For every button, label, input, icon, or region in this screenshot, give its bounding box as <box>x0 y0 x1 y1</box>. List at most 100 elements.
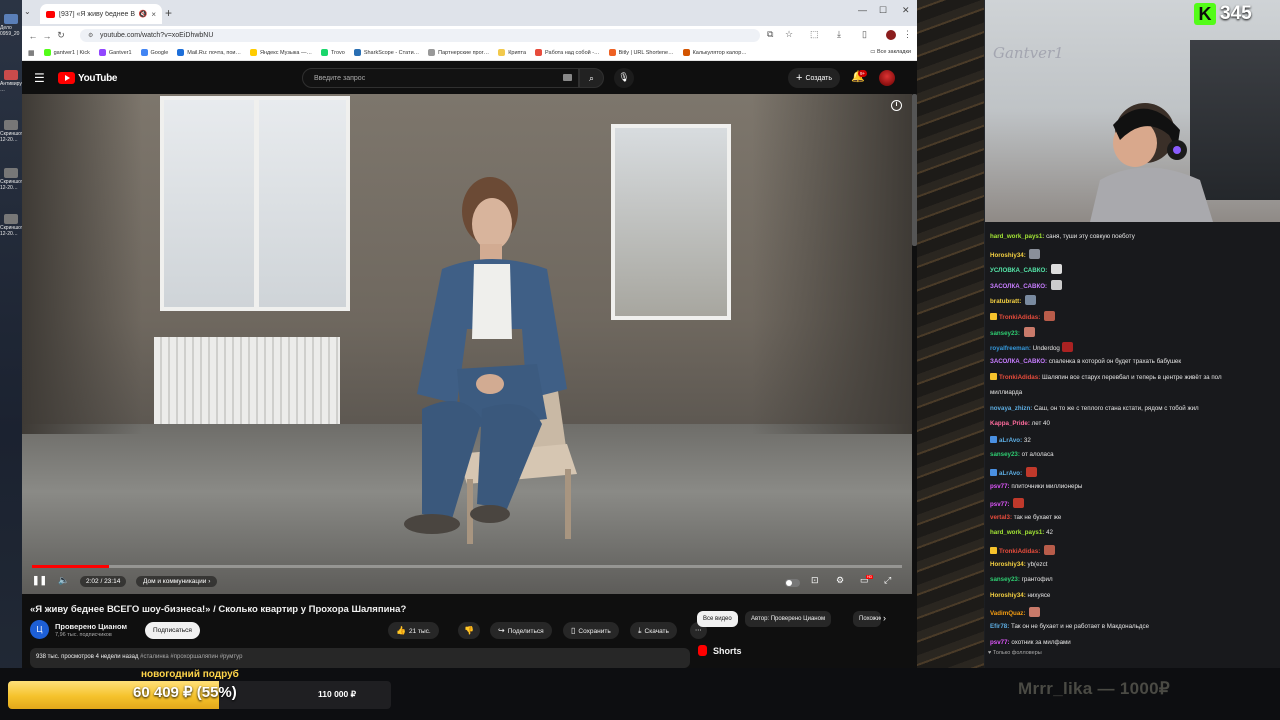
all-bookmarks-link[interactable]: ▭ Все закладки <box>866 49 911 55</box>
chat-username[interactable]: ЗАСОЛКА_САВКО: <box>990 283 1049 290</box>
subtitles-icon[interactable]: ⊡ <box>811 575 819 586</box>
chat-username[interactable]: sansey23: <box>990 330 1022 337</box>
reload-icon[interactable]: ↻ <box>54 30 68 41</box>
tab-search-icon[interactable]: ⌄ <box>24 7 31 16</box>
menu-icon[interactable]: ⋮ <box>903 29 912 40</box>
create-button[interactable]: + Создать <box>788 68 841 88</box>
bookmark-item[interactable]: Trovo <box>320 49 345 56</box>
chat-username[interactable]: psv77: <box>990 639 1011 646</box>
bookmark-favicon-icon <box>98 49 106 56</box>
bookmark-item[interactable]: Mail.Ru: почта, пои… <box>177 49 241 56</box>
install-icon[interactable]: ⧉ <box>767 29 773 40</box>
download-button[interactable]: ⤓ Скачать <box>630 622 677 639</box>
search-input[interactable]: Введите запрос <box>302 68 579 88</box>
chat-username[interactable]: royalfreeman: <box>990 345 1033 352</box>
chat-username[interactable]: УСЛОВКА_САВКО: <box>990 267 1049 274</box>
forward-icon[interactable]: → <box>40 31 54 41</box>
chip-author[interactable]: Автор: Проверено Цианом <box>745 611 832 627</box>
chevron-right-icon[interactable]: › <box>883 613 886 623</box>
chat-username[interactable]: TronkiAdidas: <box>999 374 1042 381</box>
extensions-icon[interactable]: ⬚ <box>810 29 819 40</box>
chat-username[interactable]: ЗАСОЛКА_САВКО: <box>990 358 1049 365</box>
bookmark-star-icon[interactable]: ☆ <box>785 29 793 40</box>
back-icon[interactable]: ← <box>26 31 40 41</box>
close-window-icon[interactable]: ✕ <box>902 5 910 16</box>
bookmark-item[interactable]: Крипта <box>498 49 526 56</box>
bookmark-item[interactable]: Партнерские прог… <box>428 49 489 56</box>
desktop-item[interactable]: Антивирус … <box>0 70 24 93</box>
chat-username[interactable]: psv77: <box>990 501 1011 508</box>
save-button[interactable]: ▯ Сохранить <box>563 622 619 639</box>
url-field[interactable]: ⚙ youtube.com/watch?v=xoEiDhwbNU <box>80 29 760 42</box>
chat-username[interactable]: Efir78: <box>990 623 1011 630</box>
bookmark-item[interactable]: Яндекс Музыка —… <box>249 49 312 56</box>
sidebar-icon[interactable]: ▯ <box>862 29 867 40</box>
like-button[interactable]: 👍 21 тыс. <box>388 622 439 639</box>
pause-icon[interactable]: ❚❚ <box>32 575 47 586</box>
profile-avatar[interactable] <box>886 30 896 40</box>
chat-username[interactable]: sansey23: <box>990 451 1022 458</box>
bookmark-item[interactable]: Bitly | URL Shortene… <box>608 49 674 56</box>
chat-username[interactable]: Horoshiy34: <box>990 252 1027 259</box>
chat-username[interactable]: psv77: <box>990 483 1011 490</box>
chat-username[interactable]: Horoshiy34: <box>990 592 1027 599</box>
chat-username[interactable]: hard_work_pays1: <box>990 233 1046 240</box>
miniplayer-icon[interactable]: ▭ <box>860 575 869 586</box>
chat-username[interactable]: bratubratt: <box>990 298 1023 305</box>
progress-bar[interactable] <box>32 565 902 568</box>
share-button[interactable]: ↪ Поделиться <box>490 622 552 639</box>
subscribe-button[interactable]: Подписаться <box>145 622 200 639</box>
channel-avatar[interactable]: Ц <box>30 620 49 639</box>
downloads-icon[interactable]: ⤓ <box>837 29 841 40</box>
chip-all-videos[interactable]: Все видео <box>697 611 738 627</box>
desktop-item[interactable]: Дело 0959_20 <box>0 14 22 37</box>
bookmark-item[interactable]: Калькулятор калор… <box>682 49 747 56</box>
minimize-icon[interactable]: — <box>858 5 867 15</box>
chat-username[interactable]: VadimQuaz: <box>990 610 1027 617</box>
autoplay-toggle[interactable] <box>785 579 800 587</box>
chapter-button[interactable]: Дом и коммуникации › <box>136 576 218 587</box>
settings-gear-icon[interactable]: ⚙ <box>836 575 844 586</box>
apps-icon[interactable]: ▦ <box>28 49 35 57</box>
bookmark-item[interactable]: Google <box>140 49 168 56</box>
bookmark-item[interactable]: gantver1 | Kick <box>43 49 90 56</box>
desktop-item[interactable]: Скриншот 12-20… <box>0 214 23 237</box>
keyboard-icon[interactable] <box>563 74 572 81</box>
account-avatar[interactable] <box>879 70 895 86</box>
chat-username[interactable]: Kappa_Pride: <box>990 420 1032 427</box>
youtube-logo[interactable]: YouTube <box>58 72 118 84</box>
info-icon[interactable]: i <box>891 100 902 111</box>
voice-search-button[interactable]: 🎙 <box>614 68 634 88</box>
chat-username[interactable]: Horoshiy34: <box>990 561 1027 568</box>
bookmark-item[interactable]: SharkScope - Стати… <box>353 49 419 56</box>
dislike-button[interactable]: 👎 <box>458 622 480 639</box>
description-tags[interactable]: #сталинка #прохоршаляпин #румтур <box>140 654 242 660</box>
description-box[interactable]: 938 тыс. просмотров 4 недели назад #стал… <box>30 648 690 668</box>
chat-username[interactable]: hard_work_pays1: <box>990 529 1046 536</box>
chat-username[interactable]: TronkiAdidas: <box>999 314 1042 321</box>
video-player[interactable]: i ❚❚ 🔈 2:02 / 23:14 Дом и коммуникации ›… <box>22 94 912 594</box>
chat-username[interactable]: TronkiAdidas: <box>999 548 1042 555</box>
new-tab-button[interactable]: + <box>165 6 172 20</box>
chip-similar[interactable]: Похожие <box>853 611 881 627</box>
mute-icon[interactable]: 🔇 <box>139 10 148 18</box>
chat-username[interactable]: sansey23: <box>990 576 1022 583</box>
channel-name[interactable]: Проверено Цианом <box>55 622 127 631</box>
volume-icon[interactable]: 🔈 <box>58 575 69 586</box>
menu-hamburger-icon[interactable]: ☰ <box>34 71 45 85</box>
chat-username[interactable]: aLrAvo: <box>999 470 1024 477</box>
chat-username[interactable]: vertal3: <box>990 514 1014 521</box>
chat-emote-icon <box>1029 607 1041 618</box>
desktop-item[interactable]: Скриншот 12-20… <box>0 168 23 191</box>
maximize-icon[interactable]: ☐ <box>879 5 887 16</box>
bookmark-item[interactable]: Работа над собой -… <box>535 49 600 56</box>
chat-username[interactable]: novaya_zhizn: <box>990 405 1034 412</box>
chat-username[interactable]: aLrAvo: <box>999 437 1024 444</box>
close-tab-icon[interactable]: × <box>151 10 156 19</box>
site-info-icon[interactable]: ⚙ <box>88 32 93 39</box>
desktop-item[interactable]: Скриншот 12-20… <box>0 120 23 143</box>
browser-tab[interactable]: [937] «Я живу беднее ВСЕГО» 🔇 × <box>40 4 162 24</box>
bookmark-item[interactable]: Gantver1 <box>98 49 132 56</box>
fullscreen-icon[interactable]: ⤢ <box>884 575 891 586</box>
search-button[interactable]: ⌕ <box>579 68 604 88</box>
